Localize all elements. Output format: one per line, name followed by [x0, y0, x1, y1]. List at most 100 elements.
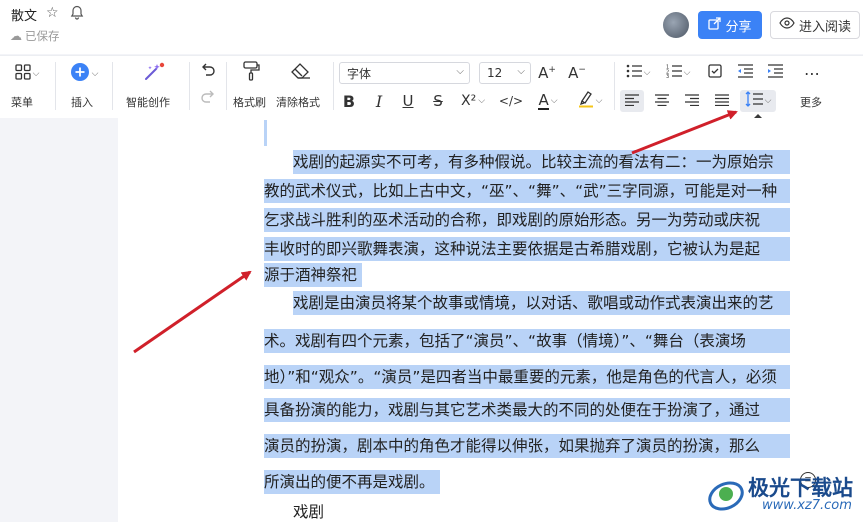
divider [55, 62, 56, 110]
paragraph-line: 具备扮演的能力，戏剧与其它艺术类最大的不同的处便在于扮演了，通过 [264, 398, 790, 422]
watermark: 极光下载站 www.xz7.com [706, 470, 863, 518]
plus-circle-icon [70, 62, 90, 86]
read-mode-label: 进入阅读 [798, 19, 851, 35]
watermark-url: www.xz7.com [762, 498, 852, 513]
divider [333, 62, 334, 110]
paragraph-line: 源于酒神祭祀 [264, 263, 362, 287]
clear-format-label: 清除格式 [276, 96, 320, 109]
bullet-list-icon [626, 64, 642, 82]
font-color-button[interactable]: A ⌵ [531, 90, 565, 112]
indent-icon [767, 64, 783, 82]
decrease-font-size-button[interactable]: A− [566, 62, 588, 84]
align-center-button[interactable] [650, 90, 674, 112]
italic-icon: I [375, 91, 383, 111]
chevron-down-icon: ⌵ [683, 68, 691, 78]
avatar[interactable] [663, 12, 689, 38]
highlight-button[interactable]: ⌵ [573, 90, 607, 112]
outdent-icon [737, 64, 753, 82]
paragraph-line: 乞求战斗胜利的巫术活动的合称，即戏剧的原始形态。另一为劳动或庆祝 [264, 208, 790, 232]
more-button[interactable]: ⋯ [800, 62, 824, 84]
paragraph-line: 所演出的便不再是戏剧。 [264, 470, 440, 494]
formatting-toolbar: ⌵ 菜单 ⌵ 插入 智能创作 格式刷 清除格式 字体 ⌵ 12 ⌵ A+ A− … [0, 55, 863, 119]
divider [226, 62, 227, 110]
chevron-down-icon: ⌵ [550, 96, 558, 106]
redo-button[interactable] [197, 89, 219, 109]
code-button[interactable]: </> [499, 90, 523, 112]
divider [112, 62, 113, 110]
chevron-down-icon: ⌵ [517, 66, 525, 77]
paragraph-line: 术。戏剧有四个元素，包括了“演员”、“故事（情境）”、“舞台（表演场 [264, 329, 790, 353]
italic-button[interactable]: I [368, 90, 390, 112]
chevron-down-icon: ⌵ [478, 96, 486, 106]
share-button[interactable]: 分享 [698, 11, 762, 39]
insert-button[interactable]: ⌵ [66, 63, 102, 85]
share-icon [708, 16, 722, 34]
undo-button[interactable] [197, 62, 219, 82]
superscript-icon: X² [460, 93, 477, 109]
line-spacing-button[interactable]: ⌵ [740, 90, 776, 112]
font-size-select[interactable]: 12 ⌵ [479, 62, 531, 84]
chevron-down-icon: ⌵ [595, 96, 603, 106]
strikethrough-button[interactable]: S [427, 90, 449, 112]
redo-icon [200, 90, 216, 108]
divider [189, 62, 190, 110]
underline-button[interactable]: U [397, 90, 419, 112]
align-left-button[interactable] [620, 90, 644, 112]
format-painter-button[interactable] [238, 61, 264, 85]
chevron-down-icon: ⌵ [643, 68, 651, 78]
paint-brush-icon [242, 61, 260, 85]
save-status-text: 已保存 [25, 29, 60, 43]
more-label: 更多 [800, 96, 822, 109]
checkbox-icon [708, 64, 722, 82]
save-status: ☁ 已保存 [10, 28, 60, 44]
paragraph-line: 戏剧是由演员将某个故事或情境，以对话、歌唱或动作式表演出来的艺 [293, 291, 790, 315]
paragraph-line: 演员的扮演，剧本中的角色才能得以伸张，如果抛弃了演员的扮演，那么 [264, 434, 790, 458]
top-bar: 散文 ☆ ☁ 已保存 分享 进入阅读 [0, 0, 863, 54]
increase-font-size-button[interactable]: A+ [536, 62, 558, 84]
read-mode-button[interactable]: 进入阅读 [770, 11, 860, 39]
watermark-logo-icon [708, 481, 744, 511]
underline-icon: U [402, 92, 414, 110]
bullet-list-button[interactable]: ⌵ [622, 62, 654, 84]
strikethrough-icon: S [433, 92, 443, 110]
star-icon[interactable]: ☆ [46, 5, 59, 21]
paragraph-line: 教的武术仪式，比如上古中文，“巫”、“舞”、“武”三字同源，可能是对一种 [264, 179, 790, 203]
bold-button[interactable]: B [338, 90, 360, 112]
next-heading[interactable]: 戏剧 [293, 500, 324, 522]
superscript-button[interactable]: X² ⌵ [456, 90, 490, 112]
ai-create-button[interactable] [140, 62, 168, 86]
bell-icon[interactable] [70, 5, 84, 24]
task-list-button[interactable] [704, 62, 726, 84]
share-label: 分享 [725, 19, 752, 35]
font-family-select[interactable]: 字体 ⌵ [339, 62, 470, 84]
more-dots-icon: ⋯ [804, 63, 820, 83]
paragraph-line: 丰收时的即兴歌舞表演，这种说法主要依据是古希腊戏剧，它被认为是起 [264, 237, 790, 261]
clear-format-button[interactable] [288, 62, 314, 84]
justify-button[interactable] [710, 90, 734, 112]
decrease-indent-button[interactable] [734, 62, 756, 84]
increase-indent-button[interactable] [764, 62, 786, 84]
paragraph-line: 戏剧的起源实不可考，有多种假说。比较主流的看法有二：一为原始宗 [293, 150, 790, 174]
insert-label: 插入 [71, 96, 93, 109]
align-justify-icon [715, 92, 729, 110]
chevron-down-icon: ⌵ [764, 96, 772, 106]
align-right-button[interactable] [680, 90, 704, 112]
align-right-icon [685, 92, 699, 110]
line-spacing-icon [745, 91, 763, 111]
bold-icon: B [342, 91, 356, 111]
eraser-icon [290, 62, 312, 84]
font-size-value: 12 [487, 66, 503, 80]
chevron-down-icon: ⌵ [91, 69, 99, 79]
font-size-decrease-icon: A− [568, 64, 586, 82]
numbered-list-button[interactable]: 1 2 3 ⌵ [662, 62, 694, 84]
doc-title[interactable]: 散文 [11, 5, 37, 24]
menu-label: 菜单 [11, 96, 33, 109]
menu-button[interactable]: ⌵ [10, 64, 44, 84]
highlighter-icon [578, 90, 594, 112]
chevron-down-icon: ⌵ [456, 66, 464, 77]
undo-icon [200, 63, 216, 81]
numbered-list-icon: 123 [666, 64, 682, 82]
magic-wand-icon [143, 62, 165, 86]
font-size-increase-icon: A+ [538, 64, 556, 82]
font-color-icon: A [538, 91, 549, 110]
